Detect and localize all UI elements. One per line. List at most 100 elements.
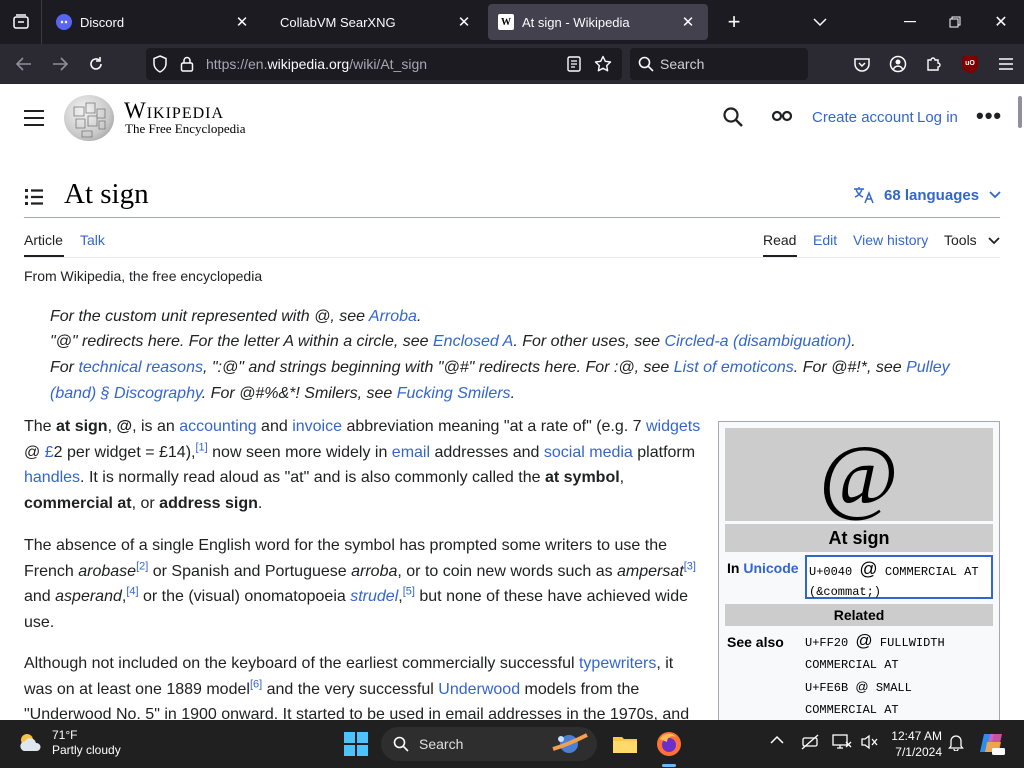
weather-widget[interactable]: 71°F Partly cloudy (16, 728, 121, 758)
tab-article[interactable]: Article (24, 232, 63, 248)
article-link[interactable]: strudel (350, 588, 398, 605)
notifications-button[interactable] (948, 733, 964, 754)
folder-icon (613, 737, 637, 753)
reload-button[interactable] (78, 48, 114, 80)
more-options-icon[interactable]: ••• (976, 105, 1002, 127)
back-button[interactable] (6, 48, 42, 80)
tab-tools[interactable]: Tools (944, 232, 977, 248)
article-link[interactable]: £ (45, 444, 54, 461)
url-text[interactable]: https://en.wikipedia.org/wiki/At_sign (206, 56, 427, 72)
infobox-title: At sign (725, 524, 993, 552)
bookmark-star-icon[interactable] (594, 55, 612, 73)
article-link[interactable]: social media (544, 444, 633, 461)
lock-icon[interactable] (180, 56, 194, 72)
tab-title: CollabVM SearXNG (280, 14, 396, 30)
pocket-button[interactable] (844, 48, 880, 80)
volume-status[interactable] (860, 734, 878, 753)
reference-link[interactable]: [4] (126, 586, 138, 598)
file-explorer-button[interactable] (611, 730, 639, 758)
paragraph: The absence of a single English word for… (24, 537, 696, 631)
infobox: @ At sign In Unicode U+0040 @ COMMERCIAL… (718, 421, 1000, 720)
battery-icon (801, 734, 819, 750)
log-in-link[interactable]: Log in (917, 109, 958, 126)
tab-view-history[interactable]: View history (853, 232, 928, 248)
search-bar[interactable]: Search (630, 48, 808, 80)
tab-overview-button[interactable] (0, 0, 42, 44)
article-link[interactable]: invoice (292, 418, 342, 435)
tab-close-icon[interactable]: ✕ (678, 13, 698, 31)
tab-talk[interactable]: Talk (80, 232, 105, 248)
network-status[interactable] (832, 733, 852, 754)
tab-searxng[interactable]: CollabVM SearXNG ✕ (266, 4, 484, 40)
infobox-image[interactable]: @ (725, 428, 993, 521)
taskbar-clock[interactable]: 12:47 AM 7/1/2024 (880, 728, 942, 760)
site-sub: From Wikipedia, the free encyclopedia (24, 268, 263, 284)
unicode-link[interactable]: Unicode (743, 560, 798, 576)
article-link[interactable]: handles (24, 469, 80, 486)
url-prefix: https://en. (206, 56, 268, 72)
pocket-icon (854, 57, 870, 72)
restore-button[interactable] (935, 0, 975, 44)
close-window-button[interactable]: ✕ (981, 0, 1021, 44)
minimize-icon (904, 21, 916, 23)
chevron-down-icon[interactable] (988, 237, 1000, 245)
firefox-button[interactable] (655, 730, 683, 758)
battery-status[interactable] (801, 734, 821, 753)
reference-link[interactable]: [3] (684, 560, 696, 572)
network-icon (832, 734, 852, 749)
minimize-button[interactable] (890, 0, 930, 44)
article-link[interactable]: accounting (179, 418, 256, 435)
hatnote-link[interactable]: Arroba (369, 308, 417, 325)
list-tabs-button[interactable] (800, 4, 840, 40)
article-link[interactable]: typewriters (579, 655, 656, 672)
scrollbar-thumb[interactable] (1018, 96, 1022, 128)
shield-icon[interactable] (152, 55, 168, 73)
new-tab-button[interactable]: + (714, 4, 754, 40)
languages-button[interactable]: 68 languages (853, 186, 1001, 204)
reference-link[interactable]: [1] (195, 441, 207, 453)
unicode-value[interactable]: U+0040 @ COMMERCIAL AT (&commat;) (805, 555, 993, 599)
extensions-button[interactable] (916, 48, 952, 80)
create-account-link[interactable]: Create account (812, 109, 914, 126)
article-link[interactable]: email (392, 444, 430, 461)
show-hidden-icons-button[interactable] (770, 734, 784, 748)
article-link[interactable]: Underwood (438, 681, 520, 698)
appearance-button[interactable] (771, 108, 793, 127)
toolbar-right: uO (844, 48, 1024, 80)
hatnote-link[interactable]: technical reasons (78, 359, 203, 376)
reference-link[interactable]: [6] (250, 678, 262, 690)
tab-wikipedia[interactable]: W At sign - Wikipedia ✕ (488, 4, 708, 40)
tab-close-icon[interactable]: ✕ (232, 13, 252, 31)
main-menu-button[interactable] (24, 110, 44, 126)
ublock-button[interactable]: uO (952, 48, 988, 80)
start-button[interactable] (344, 732, 368, 756)
reference-link[interactable]: [2] (136, 560, 148, 572)
tab-close-icon[interactable]: ✕ (454, 13, 474, 31)
forward-button[interactable] (42, 48, 78, 80)
firefox-icon (657, 732, 681, 756)
hatnote-link[interactable]: Fucking Smilers (397, 385, 511, 402)
wikipedia-logo-globe[interactable] (64, 95, 114, 141)
hatnote-link[interactable]: List of emoticons (674, 359, 794, 376)
toc-button[interactable] (24, 188, 44, 211)
account-button[interactable] (880, 48, 916, 80)
plus-icon: + (727, 9, 741, 34)
wiki-search-button[interactable] (722, 106, 744, 133)
partly-cloudy-icon (20, 734, 41, 751)
reference-link[interactable]: [5] (403, 586, 415, 598)
copilot-button[interactable] (978, 730, 1006, 759)
windows-logo-icon (344, 732, 368, 756)
tab-read[interactable]: Read (763, 232, 796, 248)
tab-discord[interactable]: Discord ✕ (46, 4, 262, 40)
hatnote-link[interactable]: Circled-a (disambiguation) (665, 333, 852, 350)
app-menu-button[interactable] (988, 48, 1024, 80)
url-bar[interactable]: https://en.wikipedia.org/wiki/At_sign (146, 48, 622, 80)
search-highlight-icon (552, 733, 588, 753)
reader-view-icon[interactable] (567, 56, 581, 72)
taskbar-search-label: Search (419, 736, 464, 752)
hatnote-link[interactable]: Enclosed A (433, 333, 513, 350)
taskbar-search[interactable]: Search (381, 727, 597, 761)
arrow-right-icon (53, 57, 68, 71)
tab-edit[interactable]: Edit (813, 232, 837, 248)
article-link[interactable]: widgets (646, 418, 700, 435)
